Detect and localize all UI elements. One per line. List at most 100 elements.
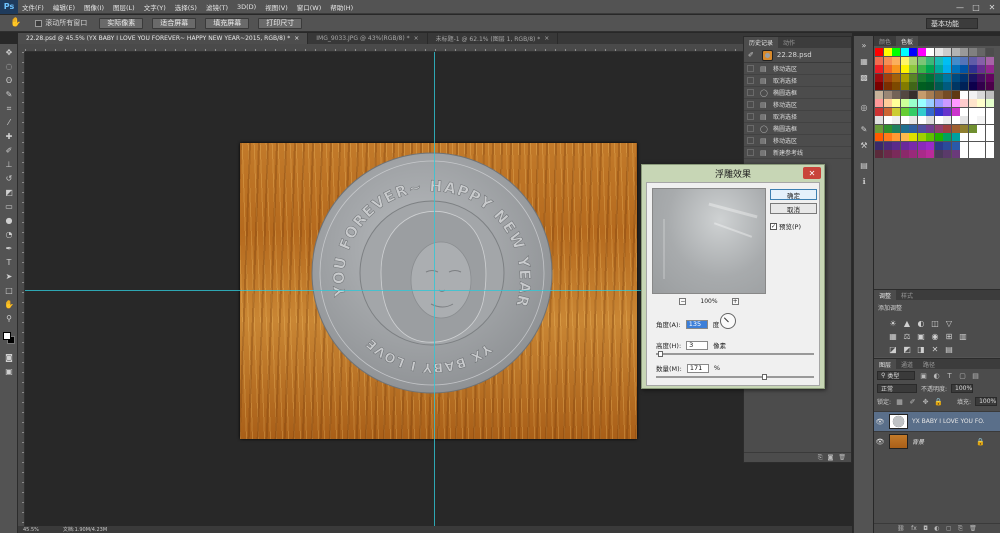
color-swatch[interactable] xyxy=(977,73,985,82)
adjustment-icon[interactable]: ◪ xyxy=(888,344,898,354)
color-swatch[interactable] xyxy=(951,141,960,150)
preview-checkbox-box[interactable]: ✓ xyxy=(770,222,777,230)
color-swatch[interactable] xyxy=(917,90,926,99)
color-swatch[interactable] xyxy=(934,90,943,99)
foreground-color-swatch[interactable] xyxy=(3,332,11,340)
adjustment-icon[interactable]: ▲ xyxy=(902,318,912,328)
history-brush-source-box[interactable] xyxy=(747,113,754,120)
color-swatch[interactable] xyxy=(960,124,968,133)
color-swatch[interactable] xyxy=(892,48,900,56)
color-swatch[interactable] xyxy=(985,116,994,124)
emboss-preview[interactable] xyxy=(652,188,766,294)
cancel-button[interactable]: 取消 xyxy=(770,203,817,214)
adjustment-icon[interactable]: ◩ xyxy=(902,344,912,354)
maximize-button[interactable]: □ xyxy=(968,0,984,14)
color-swatch[interactable] xyxy=(951,73,960,82)
hand-tool-icon[interactable]: ✋ xyxy=(3,299,15,310)
lock-position-icon[interactable]: ✥ xyxy=(921,397,930,406)
layer-mask-icon[interactable]: ◘ xyxy=(923,525,928,532)
menu-layer[interactable]: 图层(L) xyxy=(113,2,135,12)
color-swatch[interactable] xyxy=(909,82,917,90)
tool-presets-icon[interactable]: ⚒ xyxy=(858,140,870,151)
color-swatch[interactable] xyxy=(892,141,900,150)
history-snapshot[interactable]: ✐ 22.28.psd xyxy=(744,48,851,63)
layer-row-background[interactable]: 👁 背景 🔒 xyxy=(874,431,1000,451)
color-swatch[interactable] xyxy=(875,150,883,158)
color-swatch[interactable] xyxy=(985,73,994,82)
adjustment-icon[interactable]: ▣ xyxy=(916,331,926,341)
status-zoom[interactable]: 45.5% xyxy=(23,527,39,533)
color-swatch[interactable] xyxy=(909,48,917,56)
history-item[interactable]: ◯ 椭圆选框 xyxy=(744,123,851,135)
color-swatch[interactable] xyxy=(943,65,951,73)
color-swatch[interactable] xyxy=(977,99,985,107)
color-swatch[interactable] xyxy=(943,133,951,141)
color-swatch[interactable] xyxy=(892,56,900,65)
color-swatch[interactable] xyxy=(968,124,977,133)
layer-row-coin[interactable]: 👁 YX BABY I LOVE YOU FO... xyxy=(874,411,1000,431)
color-swatch[interactable] xyxy=(977,48,985,56)
menu-select[interactable]: 选择(S) xyxy=(175,2,197,12)
stamp-tool-icon[interactable]: ⊥ xyxy=(3,159,15,170)
color-swatch[interactable] xyxy=(909,73,917,82)
tab-document-3[interactable]: 未标题-1 @ 62.1% (图层 1, RGB/8) * × xyxy=(428,33,559,44)
adjustment-icon[interactable]: ✕ xyxy=(930,344,940,354)
color-panel-icon[interactable]: ▦ xyxy=(858,56,870,67)
color-swatch[interactable] xyxy=(883,99,892,107)
angle-dial[interactable] xyxy=(720,313,736,329)
color-swatch[interactable] xyxy=(917,141,926,150)
color-swatch[interactable] xyxy=(917,107,926,116)
zoom-in-button[interactable]: + xyxy=(731,298,739,305)
new-group-icon[interactable]: ▢ xyxy=(946,525,952,532)
color-swatch[interactable] xyxy=(977,133,985,141)
color-swatch[interactable] xyxy=(960,73,968,82)
tab-color[interactable]: 颜色 xyxy=(874,36,896,46)
history-item[interactable]: ▤ 取消选择 xyxy=(744,111,851,123)
color-swatch[interactable] xyxy=(900,65,909,73)
history-item[interactable]: ▤ 移动选区 xyxy=(744,135,851,147)
smart-object-filter-icon[interactable]: ▤ xyxy=(971,371,980,380)
color-swatch[interactable] xyxy=(917,48,926,56)
color-swatch[interactable] xyxy=(883,107,892,116)
color-swatch[interactable] xyxy=(934,107,943,116)
blend-mode-select[interactable]: 正常 xyxy=(877,384,917,393)
color-swatch[interactable] xyxy=(917,124,926,133)
color-swatch[interactable] xyxy=(875,116,883,124)
close-icon[interactable]: × xyxy=(294,35,299,42)
delete-layer-icon[interactable]: 🗑 xyxy=(969,525,977,532)
menu-window[interactable]: 窗口(W) xyxy=(297,2,322,12)
color-swatch[interactable] xyxy=(875,141,883,150)
color-swatch[interactable] xyxy=(892,82,900,90)
menu-type[interactable]: 文字(Y) xyxy=(144,2,166,12)
type-tool-icon[interactable]: T xyxy=(3,257,15,268)
adjustment-icon[interactable]: ⊞ xyxy=(944,331,954,341)
color-swatch[interactable] xyxy=(968,56,977,65)
screen-mode-icon[interactable]: ▣ xyxy=(3,366,15,377)
tab-styles[interactable]: 样式 xyxy=(896,290,918,300)
fill-screen-button[interactable]: 填充屏幕 xyxy=(205,17,250,29)
pixel-filter-icon[interactable]: ▣ xyxy=(919,371,928,380)
adjustment-icon[interactable]: ▥ xyxy=(958,331,968,341)
color-swatch[interactable] xyxy=(926,124,934,133)
color-swatch[interactable] xyxy=(875,107,883,116)
history-brush-source-box[interactable] xyxy=(747,101,754,108)
print-size-button[interactable]: 打印尺寸 xyxy=(258,17,303,29)
color-swatch[interactable] xyxy=(892,133,900,141)
marquee-tool-icon[interactable]: ◌ xyxy=(3,61,15,72)
color-swatch[interactable] xyxy=(926,65,934,73)
history-item[interactable]: ▤ 新建参考线 xyxy=(744,147,851,159)
color-swatch[interactable] xyxy=(875,90,883,99)
angle-input[interactable]: 135 xyxy=(685,319,708,329)
color-swatch[interactable] xyxy=(900,90,909,99)
color-swatch[interactable] xyxy=(943,82,951,90)
dialog-title[interactable]: 浮雕效果 xyxy=(642,165,824,181)
color-swatch[interactable] xyxy=(909,56,917,65)
tab-adjustments[interactable]: 调整 xyxy=(874,290,897,300)
tab-document-2[interactable]: IMG_9033.JPG @ 43%(RGB/8) * × xyxy=(308,33,428,44)
color-swatch[interactable] xyxy=(960,141,968,150)
adjustment-filter-icon[interactable]: ◐ xyxy=(932,371,941,380)
shape-filter-icon[interactable]: ▢ xyxy=(958,371,967,380)
color-swatch[interactable] xyxy=(985,107,994,116)
color-swatch[interactable] xyxy=(985,65,994,73)
color-swatch[interactable] xyxy=(900,124,909,133)
